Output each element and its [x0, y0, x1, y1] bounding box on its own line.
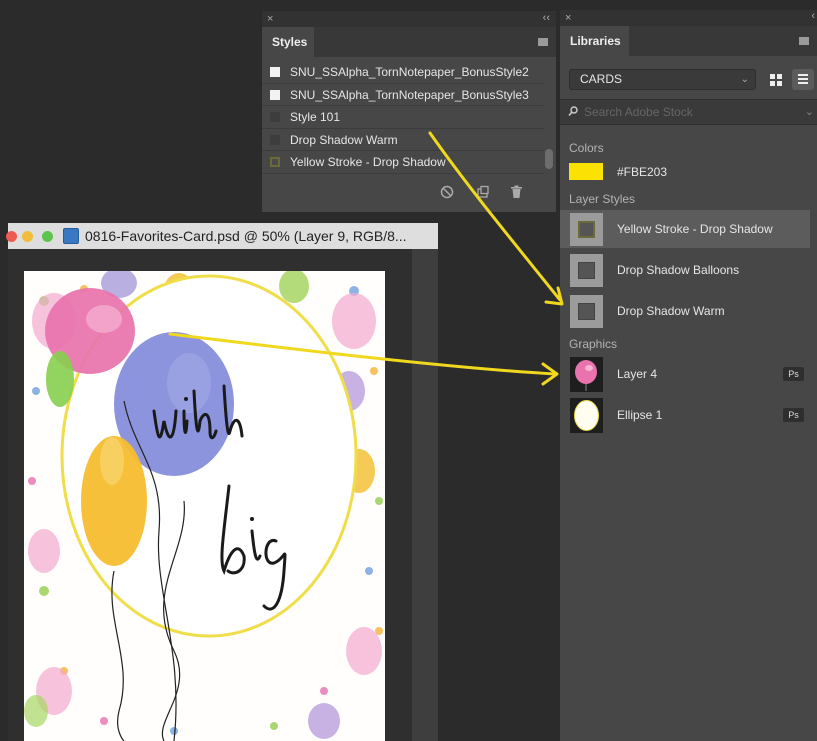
layer-style-item[interactable]: Yellow Stroke - Drop Shadow — [560, 210, 810, 248]
canvas-area — [8, 249, 438, 741]
layer-style-thumbnail-icon — [570, 295, 603, 328]
layer-style-item[interactable]: Drop Shadow Warm — [560, 292, 810, 330]
tab-styles[interactable]: Styles — [262, 27, 314, 57]
collapse-panel-icon[interactable]: ‹ — [811, 10, 815, 22]
clear-style-icon[interactable] — [440, 185, 454, 202]
document-title: 0816-Favorites-Card.psd @ 50% (Layer 9, … — [85, 228, 407, 244]
search-input[interactable] — [584, 103, 784, 121]
style-swatch-icon — [270, 112, 280, 122]
document-side-bar — [412, 249, 438, 741]
colors-heading: Colors — [569, 141, 604, 155]
libraries-panel: × ‹ Libraries CARDS ⌄ ⌄ Colors — [559, 10, 817, 741]
graphic-item[interactable]: Layer 4 Ps — [560, 355, 810, 393]
document-window: 0816-Favorites-Card.psd @ 50% (Layer 9, … — [6, 223, 438, 741]
panel-menu-icon[interactable] — [799, 37, 809, 45]
grid-icon — [770, 74, 775, 79]
styles-panel: × ‹‹ Styles SNU_SSAlpha_TornNotepaper_Bo… — [261, 10, 557, 213]
document-titlebar[interactable]: 0816-Favorites-Card.psd @ 50% (Layer 9, … — [6, 223, 438, 249]
layer-style-thumbnail-icon — [570, 213, 603, 246]
style-item[interactable]: Yellow Stroke - Drop Shadow — [262, 151, 544, 174]
style-swatch-icon — [270, 134, 280, 145]
list-icon — [798, 74, 808, 76]
layer-style-label: Drop Shadow Warm — [617, 304, 725, 318]
close-icon[interactable]: × — [565, 11, 571, 25]
minimize-window-button[interactable] — [22, 231, 33, 242]
style-swatch-icon — [270, 89, 280, 100]
color-swatch-label: #FBE203 — [617, 165, 668, 179]
scroll-thumb[interactable] — [545, 149, 553, 169]
pink-balloon-thumbnail-icon — [570, 357, 603, 392]
trash-icon[interactable] — [510, 185, 523, 202]
new-style-icon[interactable] — [476, 185, 490, 202]
graphics-heading: Graphics — [569, 337, 618, 351]
graphic-item[interactable]: Ellipse 1 Ps — [560, 396, 810, 434]
layer-style-label: Yellow Stroke - Drop Shadow — [617, 222, 773, 236]
close-icon[interactable]: × — [267, 12, 273, 26]
style-swatch-icon — [270, 157, 280, 167]
search-icon — [568, 106, 578, 116]
graphic-label: Ellipse 1 — [617, 408, 663, 422]
style-item-label: Style 101 — [290, 110, 341, 124]
style-swatch-icon — [270, 67, 280, 77]
photoshop-workspace: × ‹‹ Styles SNU_SSAlpha_TornNotepaper_Bo… — [0, 0, 817, 741]
libraries-panel-topbar: × ‹ — [560, 10, 817, 26]
layer-style-label: Drop Shadow Balloons — [617, 263, 740, 277]
ps-badge: Ps — [783, 408, 804, 422]
card-artwork — [24, 271, 385, 741]
stock-search-bar: ⌄ — [560, 99, 817, 125]
style-item[interactable]: SNU_SSAlpha_TornNotepaper_BonusStyle3 — [262, 84, 544, 106]
libraries-tabbar: Libraries — [560, 26, 817, 56]
layer-style-item[interactable]: Drop Shadow Balloons — [560, 251, 810, 289]
styles-tabbar: Styles — [262, 27, 556, 57]
style-item-label: SNU_SSAlpha_TornNotepaper_BonusStyle2 — [290, 65, 529, 79]
graphic-label: Layer 4 — [617, 367, 658, 381]
collapse-panel-icon[interactable]: ‹‹ — [543, 11, 550, 25]
style-item-label: SNU_SSAlpha_TornNotepaper_BonusStyle3 — [290, 87, 529, 102]
chevron-down-icon[interactable]: ⌄ — [805, 105, 814, 118]
tab-libraries[interactable]: Libraries — [560, 26, 629, 56]
style-item-label: Drop Shadow Warm — [290, 132, 398, 147]
style-item-label: Yellow Stroke - Drop Shadow — [290, 155, 446, 169]
zoom-window-button[interactable] — [42, 231, 53, 242]
ps-badge: Ps — [783, 367, 804, 381]
color-swatch[interactable] — [569, 163, 603, 180]
styles-panel-topbar: × ‹‹ — [262, 11, 556, 27]
psd-file-icon — [63, 228, 79, 244]
layer-style-thumbnail-icon — [570, 254, 603, 287]
chevron-down-icon: ⌄ — [740, 74, 749, 85]
panel-menu-icon[interactable] — [538, 38, 548, 46]
list-view-button[interactable] — [792, 69, 814, 90]
library-select-value: CARDS — [580, 72, 623, 86]
styles-scrollbar[interactable] — [545, 61, 553, 174]
layer-styles-heading: Layer Styles — [569, 192, 636, 206]
style-item[interactable]: Drop Shadow Warm — [262, 129, 544, 151]
grid-view-button[interactable] — [765, 69, 787, 90]
document-canvas[interactable] — [24, 271, 385, 741]
close-window-button[interactable] — [6, 231, 17, 242]
library-select[interactable]: CARDS ⌄ — [569, 69, 756, 90]
white-ellipse-thumbnail-icon — [570, 398, 603, 433]
styles-footer — [262, 182, 556, 204]
style-list: SNU_SSAlpha_TornNotepaper_BonusStyle2 SN… — [262, 61, 544, 174]
style-item[interactable]: Style 101 — [262, 106, 544, 129]
style-item[interactable]: SNU_SSAlpha_TornNotepaper_BonusStyle2 — [262, 61, 544, 84]
